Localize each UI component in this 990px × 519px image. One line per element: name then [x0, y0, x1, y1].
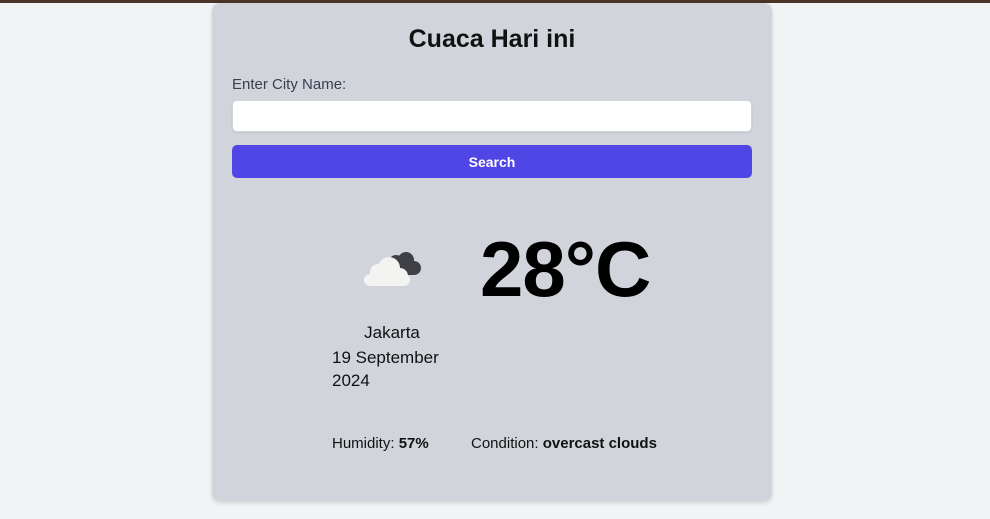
condition-label: Condition:	[471, 435, 539, 452]
condition-info: Condition: overcast clouds	[471, 435, 657, 452]
temperature: 28°C	[480, 225, 651, 313]
humidity-label: Humidity:	[332, 435, 395, 452]
condition-value: overcast clouds	[542, 435, 657, 452]
page-title: Cuaca Hari ini	[408, 25, 576, 53]
city-name: Jakarta	[364, 323, 420, 342]
humidity-value: 57%	[398, 435, 429, 452]
current-date: 19 September 2024	[332, 348, 439, 390]
overcast-clouds-icon	[360, 248, 424, 292]
humidity-info: Humidity: 57%	[332, 435, 429, 452]
city-input-label: Enter City Name:	[232, 76, 347, 93]
weather-card: Cuaca Hari ini Enter City Name: Search 2…	[212, 3, 772, 501]
city-input[interactable]	[232, 100, 752, 132]
search-button[interactable]: Search	[232, 145, 752, 178]
